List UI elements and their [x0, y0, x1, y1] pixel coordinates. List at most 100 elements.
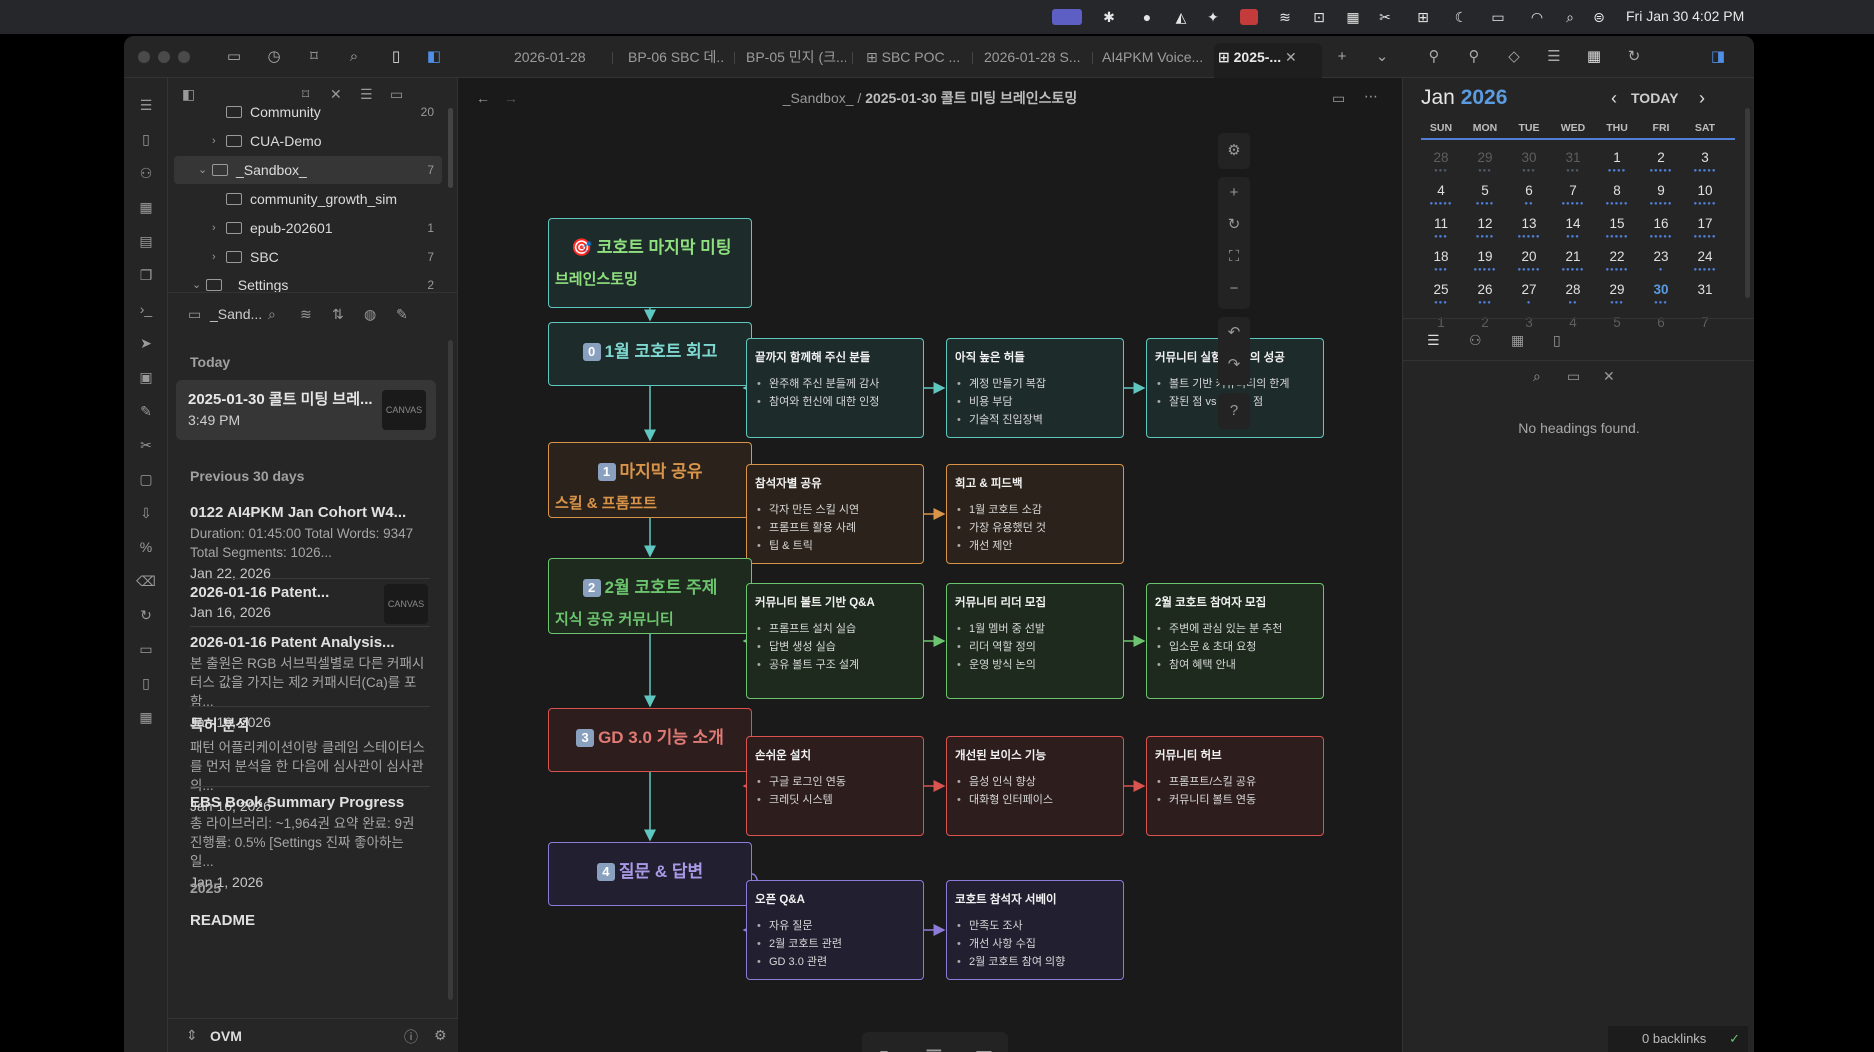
- tree-scrollbar[interactable]: [448, 108, 453, 188]
- sync-icon[interactable]: ↻: [1624, 47, 1644, 67]
- graph-icon[interactable]: ⚇: [1469, 332, 1482, 349]
- calendar-day[interactable]: 4 ●●●●●: [1421, 183, 1461, 207]
- calendar-day[interactable]: 8 ●●●●●: [1597, 183, 1637, 207]
- ribbon-tools-icon[interactable]: ✂: [136, 436, 156, 454]
- search-icon[interactable]: ⌕: [1561, 9, 1579, 25]
- app-icon[interactable]: [1240, 9, 1258, 25]
- add-media-icon[interactable]: ▣: [972, 1044, 996, 1052]
- calendar-day[interactable]: 24 ●●●●●: [1685, 249, 1725, 273]
- link-icon[interactable]: ⚲: [1464, 47, 1484, 67]
- canvas-card[interactable]: 개선된 보이스 기능음성 인식 향상대화형 인터페이스: [946, 736, 1124, 836]
- calendar-day[interactable]: 30 ●●●: [1641, 282, 1681, 306]
- calendar-day[interactable]: 19 ●●●●●: [1465, 249, 1505, 273]
- list-icon[interactable]: ☰: [1544, 47, 1564, 67]
- tag-icon[interactable]: ◇: [1504, 47, 1524, 67]
- bookmark-icon[interactable]: ⌑: [304, 47, 324, 67]
- calendar-day[interactable]: 25 ●●●: [1421, 282, 1461, 306]
- calendar-day[interactable]: 20 ●●●●●: [1509, 249, 1549, 273]
- calendar-day[interactable]: 3 ●●●●●: [1685, 150, 1725, 174]
- canvas-node-section-2[interactable]: 2 2월 코호트 주제 지식 공유 커뮤니티: [548, 558, 752, 634]
- tab-1[interactable]: 2026-01-28: [510, 43, 600, 71]
- canvas-card[interactable]: 참석자별 공유각자 만든 스킬 시연프롬프트 활용 사례팁 & 트릭: [746, 464, 924, 564]
- note-item[interactable]: 0122 AI4PKM Jan Cohort W4... Duration: 0…: [190, 504, 430, 581]
- calendar-day[interactable]: 26 ●●●: [1465, 282, 1505, 306]
- calendar-day[interactable]: 28 ●●: [1553, 282, 1593, 306]
- app-icon[interactable]: ≋: [1276, 9, 1294, 25]
- canvas-card[interactable]: 2월 코호트 참여자 모집주변에 관심 있는 분 추천입소문 & 초대 요청참여…: [1146, 583, 1324, 699]
- app-icon[interactable]: ⊡: [1310, 9, 1328, 25]
- outline-icon[interactable]: ☰: [1427, 332, 1440, 349]
- canvas-card[interactable]: 커뮤니티 리더 모집 1월 멤버 중 선발리더 역할 정의운영 방식 논의: [946, 583, 1124, 699]
- canvas-node-section-0[interactable]: 0 1월 코호트 회고: [548, 322, 752, 386]
- calendar-day[interactable]: 5 ●●●●: [1465, 183, 1505, 207]
- canvas-card[interactable]: 회고 & 피드백 1월 코호트 소감가장 유용했던 것개선 제안: [946, 464, 1124, 564]
- ribbon-download-icon[interactable]: ⇩: [136, 504, 156, 522]
- app-icon[interactable]: ◭: [1172, 9, 1190, 25]
- calendar-day[interactable]: 16 ●●●●●: [1641, 216, 1681, 240]
- ribbon-book-icon[interactable]: ▯: [136, 674, 156, 692]
- tab-5[interactable]: 2026-01-28 S...: [980, 43, 1084, 71]
- calendar-icon[interactable]: ▦: [1584, 47, 1604, 67]
- tree-item-sandbox[interactable]: ⌄ _Sandbox_ 7: [174, 156, 442, 184]
- book-icon[interactable]: ▯: [386, 47, 406, 67]
- calendar-day[interactable]: 31 ●●●: [1553, 150, 1593, 174]
- note-item[interactable]: EBS Book Summary Progress 총 라이브러리: ~1,96…: [190, 794, 430, 890]
- ribbon-send-icon[interactable]: ➤: [136, 334, 156, 352]
- ribbon-graph-icon[interactable]: ⚇: [136, 164, 156, 182]
- canvas-settings-icon[interactable]: ⚙: [1224, 141, 1244, 161]
- search-icon[interactable]: ⌕: [268, 306, 276, 323]
- notes-scrollbar[interactable]: [448, 340, 453, 1000]
- zoom-in-icon[interactable]: +: [1224, 183, 1244, 203]
- app-icon[interactable]: ▦: [1344, 9, 1362, 25]
- ribbon-percent-icon[interactable]: %: [136, 538, 156, 556]
- apple-icon[interactable]: [142, 9, 160, 25]
- zoom-window-button[interactable]: [178, 51, 190, 63]
- calendar-day[interactable]: 28 ●●●: [1421, 150, 1461, 174]
- layers-icon[interactable]: ≋: [300, 306, 312, 323]
- tree-item-community[interactable]: Community 20: [168, 98, 448, 126]
- notes-folder-label[interactable]: _Sand...: [210, 306, 262, 322]
- calendar-day[interactable]: 22 ●●●●●: [1597, 249, 1637, 273]
- canvas-node-top[interactable]: 🎯 코호트 마지막 미팅 브레인스토밍: [548, 218, 752, 308]
- canvas-node-section-4[interactable]: 4 질문 & 답변: [548, 842, 752, 906]
- vault-switch-icon[interactable]: ⇕: [186, 1027, 198, 1044]
- table-icon[interactable]: ▦: [1511, 332, 1524, 349]
- scissors-icon[interactable]: ✂: [1376, 9, 1394, 25]
- search-icon[interactable]: ⌕: [1533, 368, 1541, 385]
- wifi-icon[interactable]: ◠: [1528, 9, 1546, 25]
- tab-2[interactable]: BP-06 SBC 데...: [624, 43, 724, 71]
- zoom-out-icon[interactable]: −: [1224, 279, 1244, 299]
- settings-icon[interactable]: ⚙: [434, 1027, 447, 1044]
- tab-list-icon[interactable]: ⌄: [1372, 47, 1392, 67]
- ribbon-terminal-icon[interactable]: ›_: [136, 300, 156, 318]
- canvas-card[interactable]: 커뮤니티 허브프롬프트/스킬 공유커뮤니티 볼트 연동: [1146, 736, 1324, 836]
- sort-icon[interactable]: ⇅: [332, 306, 344, 323]
- calendar-day[interactable]: 23 ●: [1641, 249, 1681, 273]
- canvas-card[interactable]: 아직 높은 허들계정 만들기 복잡비용 부담기술적 진입장벽: [946, 338, 1124, 438]
- zoom-to-fit-icon[interactable]: ⛶: [1224, 247, 1244, 267]
- ribbon-refresh-icon[interactable]: ↻: [136, 606, 156, 624]
- ribbon-table-icon[interactable]: ▦: [136, 708, 156, 726]
- calendar-day[interactable]: 27 ●: [1509, 282, 1549, 306]
- ribbon-file-icon[interactable]: ▯: [136, 130, 156, 148]
- canvas-node-section-1[interactable]: 1 마지막 공유 스킬 & 프롬프트: [548, 442, 752, 518]
- collapse-all-icon[interactable]: ▭: [1567, 368, 1580, 385]
- tree-item-settings[interactable]: ⌄ _Settings_ 2: [168, 272, 448, 292]
- next-month-icon[interactable]: ›: [1699, 88, 1705, 109]
- folder-icon[interactable]: ▭: [224, 47, 244, 67]
- new-tab-icon[interactable]: +: [1332, 47, 1352, 67]
- minimize-window-button[interactable]: [158, 51, 170, 63]
- tree-item-sbc[interactable]: › SBC 7: [168, 243, 448, 271]
- canvas-card[interactable]: 코호트 참석자 서베이만족도 조사개선 사항 수집2월 코호트 참여 의향: [946, 880, 1124, 980]
- tab-6[interactable]: AI4PKM Voice...: [1098, 43, 1208, 71]
- ribbon-media-icon[interactable]: ▢: [136, 470, 156, 488]
- input-method-icon[interactable]: ⊞: [1414, 9, 1432, 25]
- canvas-card[interactable]: 끝까지 함께해 주신 분들완주해 주신 분들께 감사참여와 헌신에 대한 인정: [746, 338, 924, 438]
- ribbon-layout-icon[interactable]: ▣: [136, 368, 156, 386]
- reset-zoom-icon[interactable]: ↻: [1224, 215, 1244, 235]
- calendar-day[interactable]: 29 ●●●: [1597, 282, 1637, 306]
- calendar-day[interactable]: 17 ●●●●●: [1685, 216, 1725, 240]
- prev-month-icon[interactable]: ‹: [1611, 88, 1617, 109]
- help-icon[interactable]: ⓘ: [404, 1027, 418, 1047]
- calendar-day[interactable]: 14 ●●●: [1553, 216, 1593, 240]
